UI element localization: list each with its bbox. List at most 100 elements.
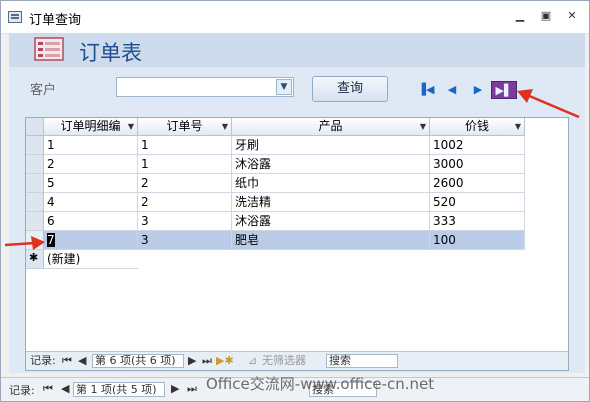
table-row[interactable]: 1 1 牙刷 1002 [44, 136, 525, 155]
cell-value: 2 [141, 176, 149, 190]
cell-id[interactable]: 5 [44, 174, 138, 193]
new-record-row[interactable]: (新建) [44, 250, 525, 269]
cell-order[interactable]: 3 [138, 231, 232, 250]
filter-status[interactable]: 无筛选器 [262, 352, 306, 369]
cell-value: 洗洁精 [235, 195, 272, 209]
next-record-icon[interactable]: ▶ [468, 81, 488, 99]
cell-price[interactable]: 2600 [430, 174, 525, 193]
new-record-icon[interactable]: ▶✱ [216, 352, 234, 369]
next-record-icon[interactable]: ▶ [188, 352, 196, 369]
cell-value: 100 [433, 233, 456, 247]
cell-value: 3 [141, 233, 149, 247]
table-row[interactable]: 2 1 沐浴露 3000 [44, 155, 525, 174]
row-selector[interactable] [26, 136, 44, 155]
cell-id[interactable]: 6 [44, 212, 138, 231]
cell-price[interactable]: 1002 [430, 136, 525, 155]
column-header-order-no[interactable]: 订单号 ▼ [138, 118, 232, 136]
cell-id[interactable]: 2 [44, 155, 138, 174]
record-position-field[interactable]: 第 6 项(共 6 项) [92, 354, 184, 368]
column-header-label: 价钱 [464, 119, 489, 133]
row-selector[interactable] [26, 155, 44, 174]
cell-order[interactable]: 1 [138, 136, 232, 155]
new-record-label: (新建) [44, 250, 138, 269]
cell-value: 肥皂 [235, 233, 260, 247]
customer-combobox[interactable]: ▼ [116, 77, 294, 97]
restore-icon[interactable]: ▣ [535, 7, 557, 25]
last-record-icon[interactable]: ⏭ [187, 382, 197, 396]
filter-icon[interactable]: ⊿ [248, 352, 257, 369]
cell-product[interactable]: 肥皂 [232, 231, 430, 250]
cell-value: 6 [47, 214, 55, 228]
column-header-label: 订单号 [166, 119, 203, 133]
cell-product[interactable]: 沐浴露 [232, 212, 430, 231]
table-row[interactable]: 6 3 沐浴露 333 [44, 212, 525, 231]
cell-value: 2 [141, 195, 149, 209]
search-field[interactable]: 搜索 [326, 354, 398, 368]
cell-price[interactable]: 333 [430, 212, 525, 231]
form-header: 订单表 [9, 33, 585, 67]
cell-value: 2 [47, 157, 55, 171]
column-header-product[interactable]: 产品 ▼ [232, 118, 430, 136]
cell-product[interactable]: 洗洁精 [232, 193, 430, 212]
row-selector[interactable] [26, 193, 44, 212]
cell-id[interactable]: 7 [44, 231, 138, 250]
query-button[interactable]: 查询 [312, 76, 388, 102]
cell-order[interactable]: 1 [138, 155, 232, 174]
cell-price[interactable]: 520 [430, 193, 525, 212]
form-title: 订单表 [79, 41, 142, 65]
cell-price[interactable]: 3000 [430, 155, 525, 174]
window-title: 订单查询 [29, 13, 82, 28]
cell-id[interactable]: 1 [44, 136, 138, 155]
row-selector[interactable] [26, 212, 44, 231]
column-header-detail-id[interactable]: 订单明细编 ▼ [44, 118, 138, 136]
cell-product[interactable]: 沐浴露 [232, 155, 430, 174]
chevron-down-icon[interactable]: ▼ [276, 79, 292, 95]
previous-record-icon[interactable]: ◀ [442, 81, 462, 99]
new-record-marker: ✱ [29, 251, 39, 264]
table-row[interactable]: 7 3 肥皂 100 [44, 231, 525, 250]
column-header-price[interactable]: 价钱 ▼ [430, 118, 525, 136]
cell-value: 333 [433, 214, 456, 228]
new-row-selector[interactable]: ✱ [26, 250, 44, 269]
cell-value: 5 [47, 176, 55, 190]
datasheet-body: 订单明细编 ▼ 订单号 ▼ 产品 ▼ 价钱 ▼ 1 1 牙刷 1002 2 1 沐浴露 3000 5 2 纸… [26, 118, 568, 352]
row-selector[interactable] [26, 174, 44, 193]
cell-value: 沐浴露 [235, 214, 272, 228]
annotation-arrow-last-button [517, 89, 580, 119]
datasheet-blank-area [525, 136, 568, 352]
title-bar: 订单查询 ▁ ▣ ✕ [1, 1, 589, 34]
cell-value: 沐浴露 [235, 157, 272, 171]
previous-record-icon[interactable]: ◀ [61, 382, 69, 395]
access-window: 订单查询 ▁ ▣ ✕ 订单表 客户 ▼ 查询 ▐◀ ◀ ▶ ▶▌ 订单明细编 ▼… [0, 0, 590, 402]
cell-product[interactable]: 牙刷 [232, 136, 430, 155]
next-record-icon[interactable]: ▶ [171, 382, 179, 395]
first-record-icon[interactable]: ⏮ [43, 382, 53, 396]
record-position-field[interactable]: 第 1 项(共 5 项) [73, 382, 165, 397]
sort-dropdown-icon[interactable]: ▼ [420, 118, 426, 135]
table-row[interactable]: 5 2 纸巾 2600 [44, 174, 525, 193]
close-icon[interactable]: ✕ [561, 7, 583, 25]
cell-order[interactable]: 2 [138, 193, 232, 212]
last-record-icon[interactable]: ⏭ [202, 352, 212, 369]
cell-value: 1 [141, 157, 149, 171]
customer-label: 客户 [30, 83, 57, 98]
column-header-label: 产品 [318, 119, 343, 133]
select-all-corner[interactable] [26, 118, 44, 136]
sort-dropdown-icon[interactable]: ▼ [222, 118, 228, 135]
first-record-icon[interactable]: ▐◀ [416, 81, 436, 99]
cell-order[interactable]: 2 [138, 174, 232, 193]
cell-price[interactable]: 100 [430, 231, 525, 250]
previous-record-icon[interactable]: ◀ [78, 352, 86, 369]
annotation-arrow-selected-row [4, 236, 45, 250]
cell-value: 纸巾 [235, 176, 260, 190]
record-nav-label: 记录: [9, 384, 35, 397]
table-row[interactable]: 4 2 洗洁精 520 [44, 193, 525, 212]
sort-dropdown-icon[interactable]: ▼ [128, 118, 134, 135]
first-record-icon[interactable]: ⏮ [62, 352, 72, 369]
cell-id[interactable]: 4 [44, 193, 138, 212]
minimize-icon[interactable]: ▁ [509, 7, 531, 25]
order-form: 订单表 客户 ▼ 查询 ▐◀ ◀ ▶ ▶▌ 订单明细编 ▼ 订单号 ▼ 产品 ▼ 价钱… [9, 33, 585, 373]
cell-product[interactable]: 纸巾 [232, 174, 430, 193]
cell-order[interactable]: 3 [138, 212, 232, 231]
cell-value: 520 [433, 195, 456, 209]
